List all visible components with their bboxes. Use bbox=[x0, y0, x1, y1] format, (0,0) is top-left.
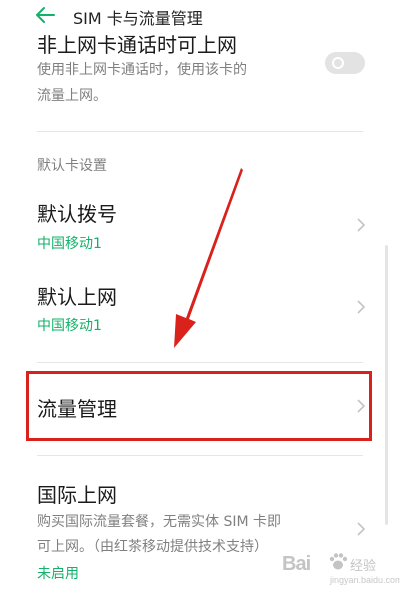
international-description-line2: 可上网。（由红茶移动提供技术支持） bbox=[37, 539, 268, 555]
divider bbox=[37, 131, 363, 132]
non-data-call-description-line2: 流量上网。 bbox=[37, 88, 107, 104]
chevron-right-icon bbox=[357, 300, 366, 314]
chevron-right-icon bbox=[357, 522, 366, 536]
international-status: 未启用 bbox=[37, 566, 79, 582]
international-data-title[interactable]: 国际上网 bbox=[37, 479, 117, 508]
default-data-title[interactable]: 默认上网 bbox=[37, 281, 117, 310]
watermark: Bai 经验 jingyan.baidu.com bbox=[282, 553, 400, 593]
watermark-url: jingyan.baidu.com bbox=[330, 575, 400, 585]
default-dial-value: 中国移动1 bbox=[37, 236, 102, 252]
app-header: SIM 卡与流量管理 bbox=[0, 0, 400, 34]
toggle-knob bbox=[332, 57, 344, 69]
highlight-box bbox=[26, 371, 372, 441]
non-data-call-toggle[interactable] bbox=[325, 52, 365, 74]
scrollbar[interactable] bbox=[385, 245, 388, 525]
divider bbox=[37, 455, 363, 456]
chevron-right-icon bbox=[357, 218, 366, 232]
non-data-call-description-line1: 使用非上网卡通话时，使用该卡的 bbox=[37, 62, 247, 78]
section-label-default-card: 默认卡设置 bbox=[37, 158, 107, 174]
watermark-brand: Bai bbox=[282, 553, 311, 575]
arrow-left-icon[interactable] bbox=[34, 6, 56, 24]
default-data-value: 中国移动1 bbox=[37, 318, 102, 334]
watermark-text: 经验 bbox=[350, 559, 377, 574]
divider bbox=[37, 362, 363, 363]
paw-icon bbox=[329, 553, 348, 570]
page-title: SIM 卡与流量管理 bbox=[73, 9, 203, 28]
international-description-line1: 购买国际流量套餐，无需实体 SIM 卡即 bbox=[37, 514, 281, 530]
default-dial-title[interactable]: 默认拨号 bbox=[37, 198, 117, 227]
